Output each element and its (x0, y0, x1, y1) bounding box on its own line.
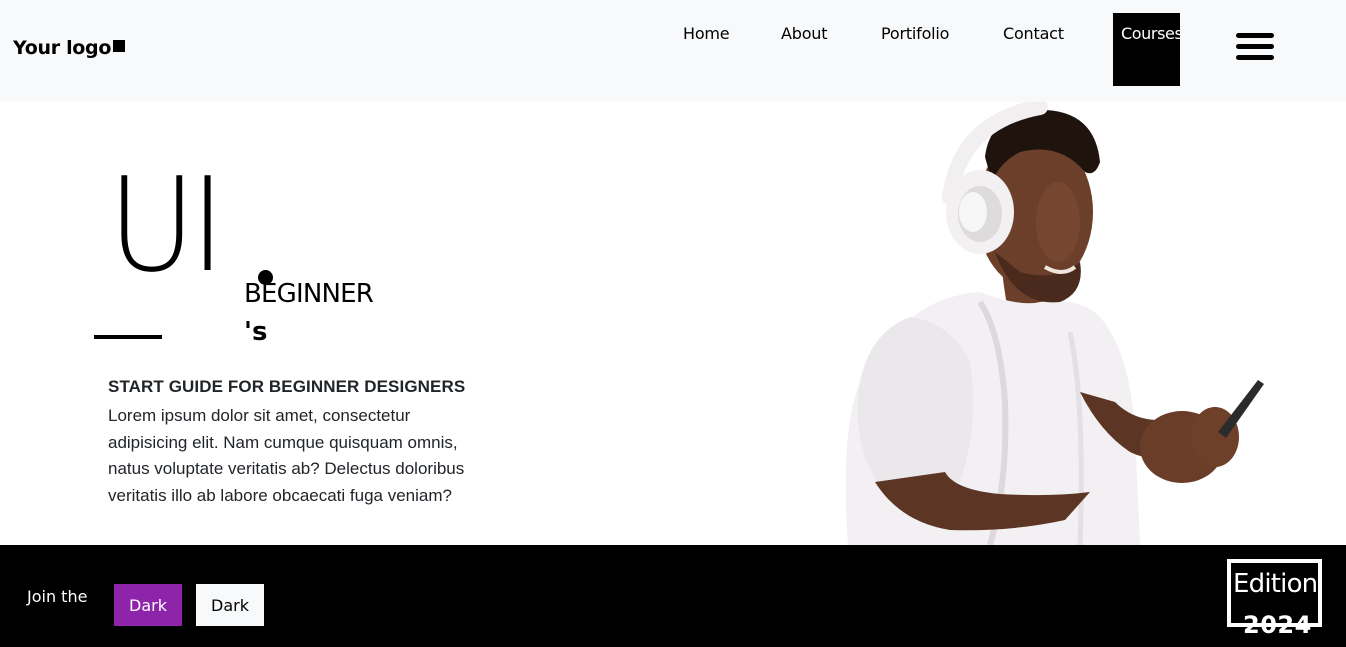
site-logo[interactable]: Your logo (13, 37, 126, 59)
hamburger-bar (1236, 55, 1274, 60)
hamburger-bar (1236, 44, 1274, 49)
nav-about-link[interactable]: About (781, 24, 828, 43)
nav-courses-button[interactable]: Courses (1113, 13, 1180, 86)
guide-body-text: Lorem ipsum dolor sit amet, consectetur … (108, 406, 465, 505)
logo-square-icon (113, 40, 126, 52)
nav-contact-link[interactable]: Contact (1003, 24, 1064, 43)
hero-dash-divider (94, 335, 162, 339)
hero-possessive-label: 's (244, 317, 268, 347)
join-text: Join the (27, 587, 88, 606)
nav-home-link[interactable]: Home (683, 24, 730, 43)
hero-ui-heading: UI (108, 149, 225, 301)
hero-beginner-label: BEGINNER (244, 279, 374, 309)
dark-purple-button[interactable]: Dark (114, 584, 182, 626)
hamburger-bar (1236, 33, 1274, 38)
site-header: Your logo Home About Portifolio Contact … (0, 0, 1346, 102)
edition-year: 2024 (1243, 611, 1312, 639)
nav-portfolio-link[interactable]: Portifolio (881, 24, 949, 43)
hero-photo (845, 102, 1264, 545)
dark-light-button[interactable]: Dark (196, 584, 264, 626)
logo-text: Your logo (13, 37, 112, 59)
hamburger-menu-icon[interactable] (1236, 33, 1274, 60)
edition-label: Edition (1233, 569, 1318, 599)
nav-courses-label: Courses (1121, 24, 1180, 43)
guide-title: START GUIDE FOR BEGINNER DESIGNERS (108, 377, 466, 396)
site-footer: Join the Dark Dark Edition 2024 (0, 545, 1346, 647)
